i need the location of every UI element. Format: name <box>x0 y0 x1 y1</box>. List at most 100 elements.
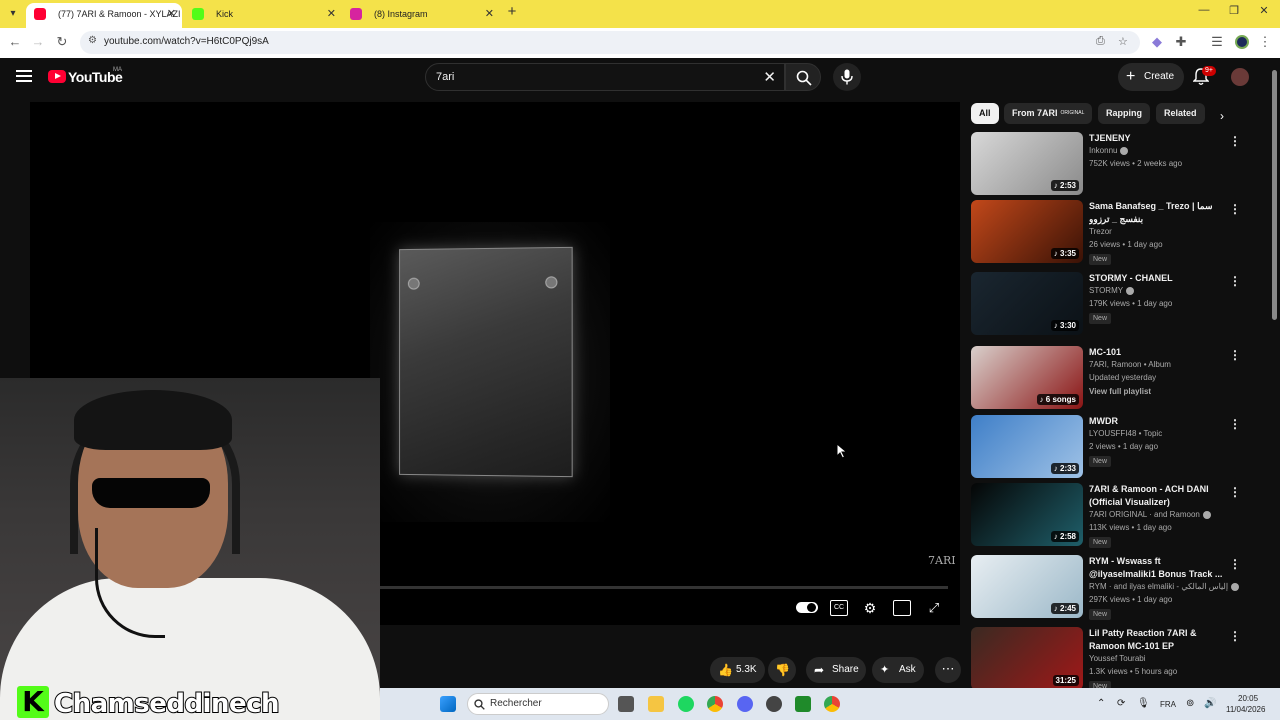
more-options-icon[interactable]: ⋮ <box>1229 557 1241 571</box>
more-options-icon[interactable]: ⋮ <box>1229 274 1241 288</box>
tray-overflow-icon[interactable]: ⌃ <box>1097 698 1105 709</box>
restore-icon[interactable]: ❐ <box>1224 4 1244 17</box>
ask-button[interactable]: ✦ Ask <box>872 657 924 683</box>
channel-name[interactable]: Inkonnu <box>1089 146 1129 155</box>
chip-related[interactable]: Related <box>1156 103 1205 124</box>
create-button[interactable]: + Create <box>1118 63 1184 91</box>
channel-name[interactable]: STORMY <box>1089 286 1135 295</box>
autoplay-toggle[interactable] <box>796 602 818 613</box>
chips-next-chevron-icon[interactable]: › <box>1214 108 1230 124</box>
browser-tab-strip: ▾ (77) 7ARI & Ramoon - XYLAZI ✕ Kick ✕ (… <box>0 0 1280 28</box>
clear-search-icon[interactable]: ✕ <box>763 68 776 86</box>
scrollbar-thumb[interactable] <box>1272 70 1277 320</box>
discord-icon[interactable] <box>737 696 753 712</box>
windows-start-icon[interactable] <box>440 696 456 712</box>
site-info-icon[interactable]: ⚙ <box>88 35 97 46</box>
menu-icon[interactable] <box>16 70 32 82</box>
reload-icon[interactable]: ↻ <box>53 34 71 50</box>
voice-search-button[interactable] <box>833 63 861 91</box>
taskbar-search-input[interactable]: Rechercher <box>467 693 609 715</box>
tab-instagram[interactable]: (8) Instagram ✕ <box>342 3 500 28</box>
obs-icon[interactable] <box>766 696 782 712</box>
close-tab-icon[interactable]: ✕ <box>327 3 336 25</box>
video-thumbnail[interactable]: ♪ 2:58 <box>971 483 1083 546</box>
chrome-icon[interactable] <box>707 696 723 712</box>
minimize-icon[interactable]: — <box>1194 4 1214 16</box>
video-thumbnail[interactable]: ♪ 3:30 <box>971 272 1083 335</box>
close-window-icon[interactable]: ✕ <box>1254 4 1274 17</box>
file-explorer-icon[interactable] <box>648 696 664 712</box>
channel-name[interactable]: 7ARI, Ramoon • Album <box>1089 360 1171 369</box>
search-button[interactable] <box>785 63 821 91</box>
view-full-playlist-link[interactable]: View full playlist <box>1089 387 1151 396</box>
terminal-icon[interactable] <box>795 696 811 712</box>
spotify-icon[interactable] <box>678 696 694 712</box>
fullscreen-icon[interactable]: ⤢ <box>925 600 943 616</box>
clock-date[interactable]: 11/04/2026 <box>1226 705 1265 714</box>
chip-all[interactable]: All <box>971 103 999 124</box>
channel-name[interactable]: RYM · and ilyas elmaliki - إلياس المالكي <box>1089 582 1240 591</box>
video-title[interactable]: Sama Banafseg _ Trezo | سما بنفسج _ ترزو… <box>1089 200 1229 226</box>
volume-icon[interactable]: 🔊 <box>1204 698 1216 709</box>
tab-search-chevron-icon[interactable]: ▾ <box>4 5 22 23</box>
more-options-icon[interactable]: ⋮ <box>1229 202 1241 216</box>
chip-rapping[interactable]: Rapping <box>1098 103 1150 124</box>
more-options-icon[interactable]: ⋮ <box>1229 485 1241 499</box>
video-title[interactable]: MC-101 <box>1089 346 1229 359</box>
close-tab-icon[interactable]: ✕ <box>167 3 176 25</box>
theater-mode-icon[interactable] <box>893 600 911 616</box>
video-thumbnail[interactable]: ♪ 2:33 <box>971 415 1083 478</box>
more-options-icon[interactable]: ⋮ <box>1229 417 1241 431</box>
channel-name[interactable]: 7ARI ORIGINAL · and Ramoon <box>1089 510 1211 519</box>
address-bar[interactable]: ⚙ youtube.com/watch?v=H6tC0PQj9sA ⎙ ☆ <box>80 31 1140 54</box>
channel-name[interactable]: LYOUSFFI48 • Topic <box>1089 429 1162 438</box>
share-button[interactable]: ➦ Share <box>806 657 866 683</box>
install-app-icon[interactable]: ⎙ <box>1096 35 1105 48</box>
more-options-icon[interactable]: ⋮ <box>1229 629 1241 643</box>
video-title[interactable]: 7ARI & Ramoon - ACH DANI (Official Visua… <box>1089 483 1229 509</box>
like-button[interactable]: 👍 5.3K <box>710 657 765 683</box>
chrome-profile-icon[interactable] <box>824 696 840 712</box>
forward-icon[interactable]: → <box>29 34 47 49</box>
channel-name[interactable]: Youssef Tourabi <box>1089 654 1146 663</box>
more-options-icon[interactable]: ⋮ <box>1229 134 1241 148</box>
clock-time[interactable]: 20:05 <box>1238 694 1258 703</box>
dislike-button[interactable]: 👎 <box>768 657 796 683</box>
tray-mic-icon[interactable]: 🎙 <box>1137 698 1150 709</box>
more-options-icon[interactable]: ⋮ <box>1229 348 1241 362</box>
subtitles-icon[interactable]: CC <box>830 600 848 616</box>
new-tab-button[interactable]: + <box>505 3 519 20</box>
youtube-logo-icon[interactable] <box>48 70 66 83</box>
video-title[interactable]: Lil Patty Reaction 7ARI & Ramoon MC-101 … <box>1089 627 1229 653</box>
profile-avatar[interactable] <box>1235 35 1249 49</box>
close-tab-icon[interactable]: ✕ <box>485 3 494 25</box>
video-thumbnail[interactable]: 31:25 <box>971 627 1083 690</box>
chip-from-7ari[interactable]: From 7ARI ORIGINAL <box>1004 103 1093 124</box>
back-icon[interactable]: ← <box>6 34 24 49</box>
tab-youtube[interactable]: (77) 7ARI & Ramoon - XYLAZI ✕ <box>26 3 182 28</box>
video-title[interactable]: RYM - Wswass ft @ilyaselmaliki1 Bonus Tr… <box>1089 555 1229 581</box>
extensions-puzzle-icon[interactable]: ✚ <box>1172 34 1190 50</box>
language-indicator[interactable]: FRA <box>1160 700 1176 709</box>
video-title[interactable]: MWDR <box>1089 415 1229 428</box>
browser-menu-icon[interactable]: ⋮ <box>1256 34 1274 50</box>
settings-gear-icon[interactable]: ⚙ <box>861 600 879 616</box>
channel-name[interactable]: Trezor <box>1089 227 1112 236</box>
extension-icon[interactable]: ◆ <box>1148 34 1166 50</box>
account-avatar[interactable] <box>1231 68 1249 86</box>
video-title[interactable]: STORMY - CHANEL <box>1089 272 1229 285</box>
video-title[interactable]: TJENENY <box>1089 132 1229 145</box>
reading-list-icon[interactable]: ☰ <box>1208 34 1226 50</box>
tab-kick[interactable]: Kick ✕ <box>184 3 342 28</box>
video-thumbnail[interactable]: ♪ 2:45 <box>971 555 1083 618</box>
video-thumbnail[interactable]: ♪ 6 songs <box>971 346 1083 409</box>
more-actions-button[interactable]: ⋯ <box>935 657 961 683</box>
bookmark-star-icon[interactable]: ☆ <box>1118 35 1128 48</box>
search-input[interactable]: 7ari ✕ <box>425 63 785 91</box>
ask-label: Ask <box>899 664 916 675</box>
wifi-icon[interactable]: ⊚ <box>1186 698 1194 709</box>
task-view-icon[interactable] <box>618 696 634 712</box>
video-thumbnail[interactable]: ♪ 2:53 <box>971 132 1083 195</box>
tray-app-icon[interactable]: ⟳ <box>1117 698 1125 709</box>
video-thumbnail[interactable]: ♪ 3:35 <box>971 200 1083 263</box>
